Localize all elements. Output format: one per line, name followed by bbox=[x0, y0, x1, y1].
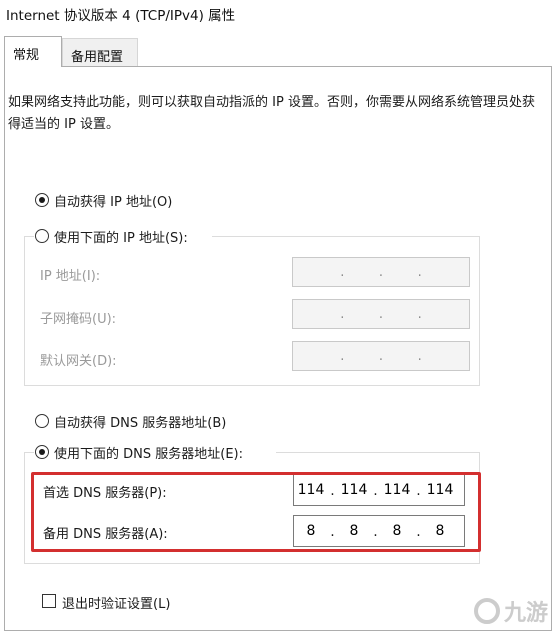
ip-dot: . bbox=[378, 264, 384, 280]
watermark-icon bbox=[473, 598, 500, 624]
ip-groupline-right bbox=[212, 236, 480, 237]
ip-groupline-left bbox=[24, 236, 34, 237]
watermark-logo: 九游 bbox=[473, 595, 548, 627]
ip-dot: . bbox=[378, 306, 384, 322]
default-gateway-field[interactable]: ... bbox=[292, 341, 470, 371]
ip-address-label: IP 地址(I): bbox=[40, 269, 101, 284]
ip-auto-radio[interactable] bbox=[35, 193, 49, 207]
tab-alternate-configuration[interactable]: 备用配置 bbox=[62, 38, 138, 67]
default-gateway-label: 默认网关(D): bbox=[40, 354, 117, 369]
validate-label[interactable]: 退出时验证设置(L) bbox=[62, 593, 170, 612]
subnet-mask-label: 子网掩码(U): bbox=[40, 312, 117, 327]
dns-groupline-right bbox=[276, 452, 480, 453]
ip-dot: . bbox=[340, 306, 345, 322]
ip-address-field[interactable]: ... bbox=[292, 257, 470, 287]
ip-dot: . bbox=[340, 348, 345, 364]
ip-dot: . bbox=[417, 264, 422, 280]
tab-general[interactable]: 常规 bbox=[4, 36, 62, 67]
dns-manual-label[interactable]: 使用下面的 DNS 服务器地址(E): bbox=[54, 443, 243, 462]
dns-highlight-box bbox=[31, 472, 481, 552]
window-title: Internet 协议版本 4 (TCP/IPv4) 属性 bbox=[6, 8, 236, 24]
dns-groupline-left bbox=[24, 452, 34, 453]
description-text: 如果网络支持此功能，则可以获取自动指派的 IP 设置。否则，你需要从网络系统管理… bbox=[8, 95, 535, 132]
ip-auto-label[interactable]: 自动获得 IP 地址(O) bbox=[54, 191, 172, 210]
ip-dot: . bbox=[340, 264, 345, 280]
dns-auto-radio[interactable] bbox=[35, 414, 49, 428]
watermark-text: 九游 bbox=[503, 601, 548, 626]
ip-manual-radio[interactable] bbox=[35, 229, 49, 243]
dns-auto-label[interactable]: 自动获得 DNS 服务器地址(B) bbox=[54, 412, 226, 431]
ip-dot: . bbox=[417, 348, 422, 364]
subnet-mask-field[interactable]: ... bbox=[292, 299, 470, 329]
ip-dot: . bbox=[378, 348, 384, 364]
ip-manual-label[interactable]: 使用下面的 IP 地址(S): bbox=[54, 227, 188, 246]
title-bar: Internet 协议版本 4 (TCP/IPv4) 属性 bbox=[0, 0, 556, 26]
dns-manual-radio[interactable] bbox=[35, 445, 49, 459]
ip-dot: . bbox=[417, 306, 422, 322]
validate-checkbox[interactable] bbox=[42, 594, 56, 608]
